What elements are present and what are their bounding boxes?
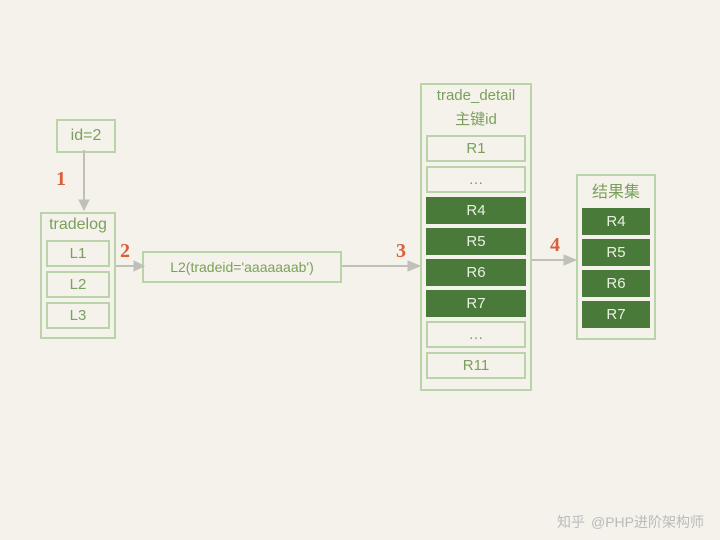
result-title: 结果集: [578, 176, 654, 204]
trade-detail-title2: 主键id: [422, 106, 530, 131]
tradelog-box: tradelog L1 L2 L3: [40, 212, 116, 339]
tradelog-row: L1: [46, 240, 110, 267]
result-row: R6: [582, 270, 650, 297]
detail-row: …: [426, 321, 526, 348]
result-row: R5: [582, 239, 650, 266]
trade-detail-title1: trade_detail: [422, 85, 530, 106]
detail-row: R11: [426, 352, 526, 379]
step-1: 1: [56, 168, 66, 191]
step-4: 4: [550, 234, 560, 257]
tradelog-title: tradelog: [42, 214, 114, 236]
detail-row: R5: [426, 228, 526, 255]
tradelog-row: L3: [46, 302, 110, 329]
arrow-3: [342, 258, 422, 274]
watermark-author: @PHP进阶架构师: [591, 512, 704, 532]
id-label: id=2: [62, 125, 110, 147]
filter-text: L2(tradeid='aaaaaaab'): [148, 259, 336, 275]
id-box: id=2: [56, 119, 116, 153]
watermark: 知乎 @PHP进阶架构师: [557, 512, 704, 532]
step-3: 3: [396, 240, 406, 263]
result-row: R4: [582, 208, 650, 235]
detail-row: R6: [426, 259, 526, 286]
trade-detail-box: trade_detail 主键id R1 … R4 R5 R6 R7 … R11: [420, 83, 532, 391]
detail-row: R7: [426, 290, 526, 317]
step-2: 2: [120, 240, 130, 263]
detail-row: …: [426, 166, 526, 193]
result-box: 结果集 R4 R5 R6 R7: [576, 174, 656, 340]
watermark-brand: 知乎: [557, 512, 585, 532]
result-row: R7: [582, 301, 650, 328]
detail-row: R1: [426, 135, 526, 162]
tradelog-row: L2: [46, 271, 110, 298]
arrow-1: [74, 150, 94, 212]
filter-box: L2(tradeid='aaaaaaab'): [142, 251, 342, 283]
detail-row: R4: [426, 197, 526, 224]
